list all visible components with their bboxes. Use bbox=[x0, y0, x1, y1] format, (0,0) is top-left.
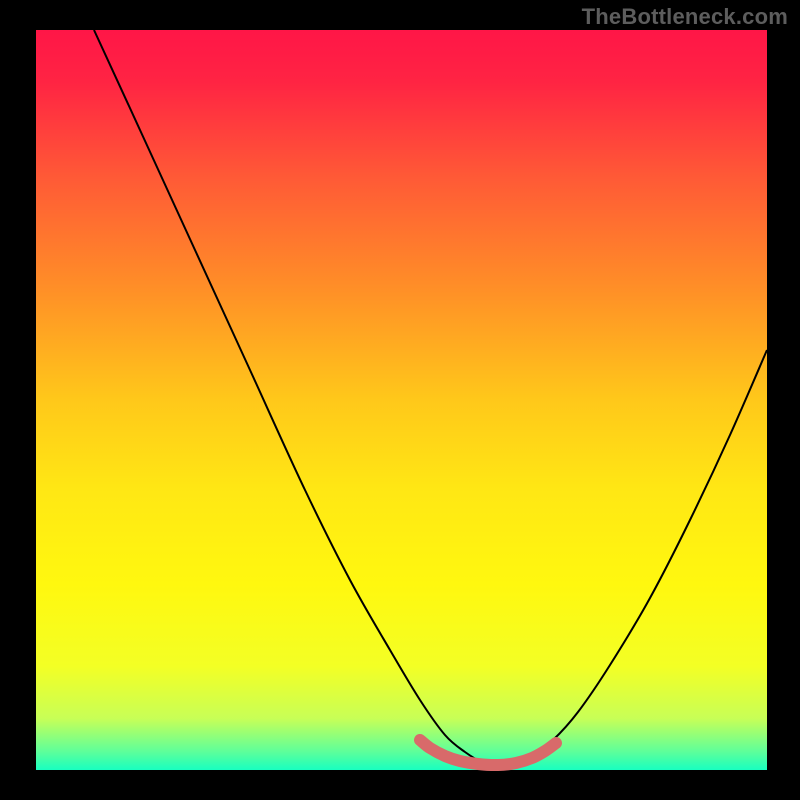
bottleneck-chart bbox=[0, 0, 800, 800]
watermark-text: TheBottleneck.com bbox=[582, 4, 788, 30]
chart-frame: TheBottleneck.com bbox=[0, 0, 800, 800]
